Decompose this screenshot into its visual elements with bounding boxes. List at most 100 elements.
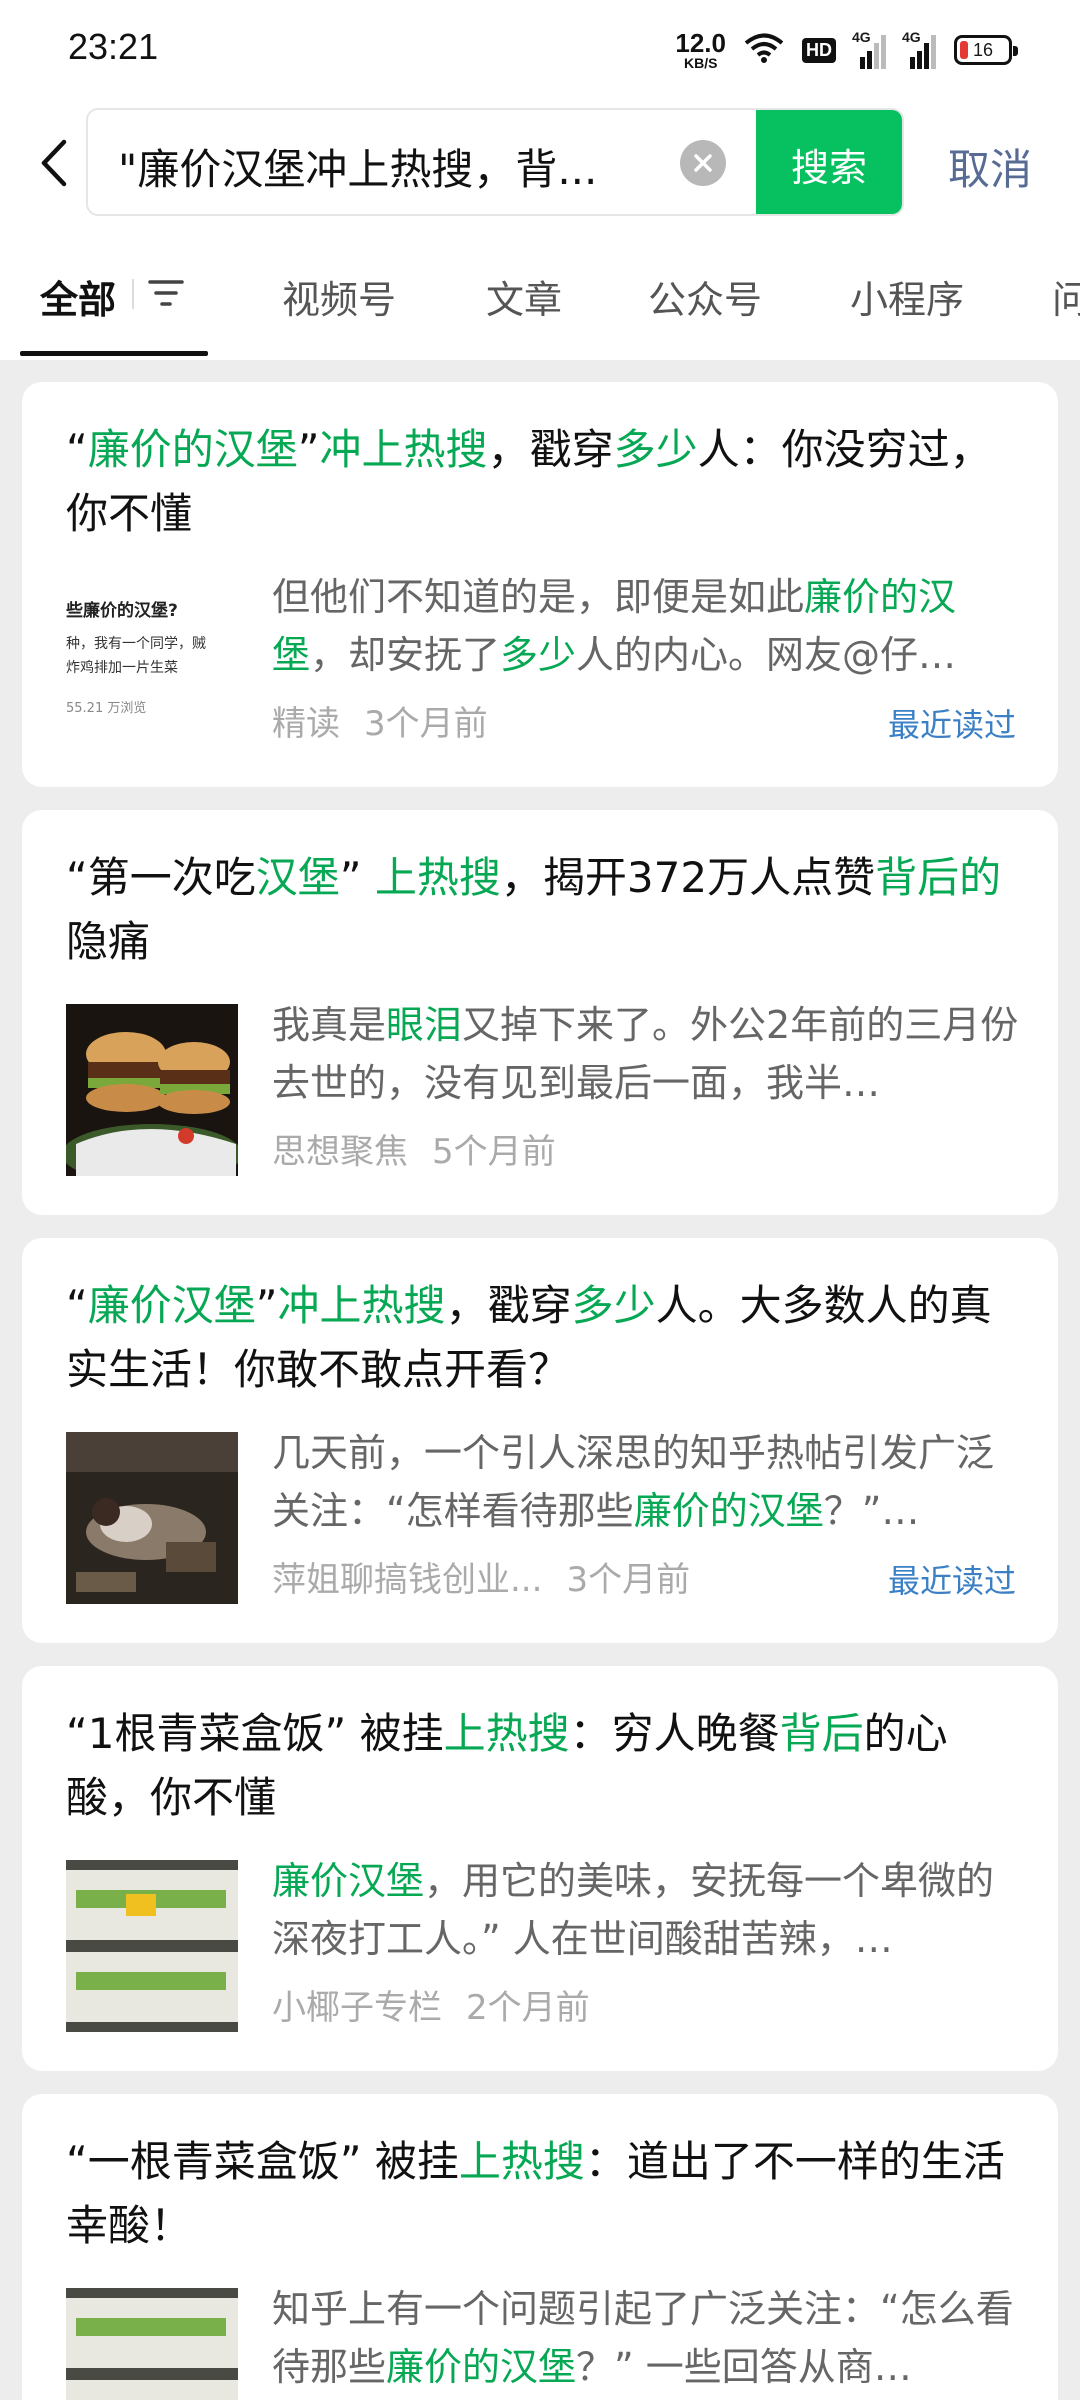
result-meta: 小椰子专栏 2个月前 xyxy=(272,1980,590,2029)
text-segment: ” xyxy=(255,1281,278,1330)
thumb-text-line: 种，我有一个同学，贼 xyxy=(66,636,206,652)
result-thumbnail xyxy=(66,1004,238,1176)
result-source[interactable]: 小椰子专栏 xyxy=(272,1988,442,2028)
tab-channels[interactable]: 视频号 xyxy=(282,269,396,324)
status-bar: 23:21 12.0 KB/S HD 4G 4G 16 xyxy=(0,0,1080,100)
clear-button[interactable] xyxy=(680,140,726,186)
recently-read-badge: 最近读过 xyxy=(887,706,1016,744)
result-title[interactable]: “第一次吃汉堡” 上热搜，揭开372万人点赞背后的隐痛 xyxy=(66,846,1026,974)
search-button[interactable]: 搜索 xyxy=(756,110,902,214)
result-title[interactable]: “一根青菜盒饭” 被挂上热搜：道出了不一样的生活幸酸！ xyxy=(66,2130,1026,2258)
result-card[interactable]: “1根青菜盒饭” 被挂上热搜：穷人晚餐背后的心酸，你不懂 廉价汉堡，用它的美味，… xyxy=(22,1666,1058,2071)
chevron-left-icon xyxy=(41,139,67,187)
keyword-highlight: 上热搜 xyxy=(458,2137,585,2186)
wifi-icon xyxy=(744,32,784,68)
text-segment: ，戳穿 xyxy=(445,1281,572,1330)
result-thumbnail xyxy=(66,1432,238,1604)
text-segment: “第一次吃 xyxy=(66,853,256,902)
signal-label-2: 4G xyxy=(902,29,921,45)
result-thumbnail xyxy=(66,1860,238,2032)
status-time: 23:21 xyxy=(68,26,159,67)
tab-separator xyxy=(132,279,134,309)
result-title[interactable]: “1根青菜盒饭” 被挂上热搜：穷人晚餐背后的心酸，你不懂 xyxy=(66,1702,1026,1830)
result-time: 3个月前 xyxy=(364,704,488,744)
result-snippet: 知乎上有一个问题引起了广泛关注：“怎么看待那些廉价的汉堡？” 一些回答从商… xyxy=(272,2280,1028,2396)
keyword-highlight: 多少 xyxy=(613,425,698,474)
hd-icon: HD xyxy=(802,37,836,63)
result-time: 2个月前 xyxy=(466,1988,590,2028)
result-snippet: 几天前，一个引人深思的知乎热帖引发广泛关注：“怎样看待那些廉价的汉堡？”… xyxy=(272,1424,1028,1540)
text-segment: ？” 一些回答从商… xyxy=(576,2345,912,2389)
result-card[interactable]: “第一次吃汉堡” 上热搜，揭开372万人点赞背后的隐痛 我真是眼泪又掉下来了。外… xyxy=(22,810,1058,1215)
result-source[interactable]: 精读 xyxy=(272,704,340,744)
status-icons: 12.0 KB/S HD 4G 4G 16 xyxy=(675,26,1018,74)
keyword-highlight: 背后 xyxy=(779,1709,864,1758)
result-time: 3个月前 xyxy=(566,1560,691,1600)
net-speed-value: 12.0 xyxy=(675,28,726,58)
result-title[interactable]: “廉价的汉堡”冲上热搜，戳穿多少人：你没穷过，你不懂 xyxy=(66,418,1026,546)
filter-icon[interactable] xyxy=(146,277,186,313)
result-title[interactable]: “廉价汉堡”冲上热搜，戳穿多少人。大多数人的真实生活！你敢不敢点开看？ xyxy=(66,1274,1026,1402)
back-button[interactable] xyxy=(28,128,78,198)
search-input[interactable]: "廉价汉堡冲上热搜，背... xyxy=(118,136,718,197)
text-segment: 我真是 xyxy=(272,1003,387,1047)
tab-mini-programs[interactable]: 小程序 xyxy=(850,269,964,324)
text-segment: ，却安抚了 xyxy=(310,633,501,677)
thumb-text-line: 炸鸡排加一片生菜 xyxy=(66,659,178,676)
result-source[interactable]: 思想聚焦 xyxy=(272,1132,408,1172)
keyword-highlight: 上热搜 xyxy=(443,1709,570,1758)
net-speed: 12.0 KB/S xyxy=(675,30,726,70)
keyword-highlight: 汉堡 xyxy=(255,853,340,902)
keyword-highlight: 廉价的汉堡 xyxy=(386,2345,577,2389)
keyword-highlight: 廉价汉堡 xyxy=(272,1859,425,1903)
text-segment: 隐痛 xyxy=(66,917,151,966)
text-segment: ：穷人晚餐 xyxy=(569,1709,780,1758)
result-meta: 萍姐聊搞钱创业... 3个月前 xyxy=(272,1552,690,1601)
search-box[interactable]: "廉价汉堡冲上热搜，背... 搜索 xyxy=(86,108,904,216)
result-thumbnail: 些廉价的汉堡? 种，我有一个同学，贼 炸鸡排加一片生菜 55.21 万浏览 xyxy=(66,576,238,748)
tab-all[interactable]: 全部 xyxy=(40,269,116,324)
text-segment: “1根青菜盒饭” 被挂 xyxy=(66,1709,444,1758)
tab-official-accounts[interactable]: 公众号 xyxy=(648,269,762,324)
signal-label: 4G xyxy=(852,29,871,45)
keyword-highlight: 廉价的汉堡 xyxy=(633,1489,824,1533)
signal-icon: 4G xyxy=(852,29,886,69)
battery-icon: 16 xyxy=(954,35,1018,65)
thumb-text-line: 些廉价的汉堡? xyxy=(66,600,178,621)
text-segment: ，戳穿 xyxy=(487,425,614,474)
result-meta: 精读 3个月前 xyxy=(272,696,488,745)
text-segment: ” xyxy=(339,853,375,902)
keyword-highlight: 背后的 xyxy=(875,853,1002,902)
close-icon xyxy=(694,154,712,172)
result-snippet: 我真是眼泪又掉下来了。外公2年前的三月份去世的，没有见到最后一面，我半… xyxy=(272,996,1028,1112)
tab-articles[interactable]: 文章 xyxy=(486,269,562,324)
keyword-highlight: 廉价汉堡 xyxy=(87,1281,256,1330)
search-header: "廉价汉堡冲上热搜，背... 搜索 取消 xyxy=(0,100,1080,225)
result-meta: 思想聚焦 5个月前 xyxy=(272,1124,556,1173)
text-segment: 但他们不知道的是，即便是如此 xyxy=(272,575,805,619)
tab-questions[interactable]: 问 xyxy=(1052,269,1080,324)
result-card[interactable]: “廉价的汉堡”冲上热搜，戳穿多少人：你没穷过，你不懂 些廉价的汉堡? 种，我有一… xyxy=(22,382,1058,787)
result-source[interactable]: 萍姐聊搞钱创业... xyxy=(272,1560,542,1600)
active-tab-underline xyxy=(20,351,208,356)
battery-level: 16 xyxy=(972,39,994,60)
keyword-highlight: 眼泪 xyxy=(386,1003,463,1047)
keyword-highlight: 冲上热搜 xyxy=(319,425,488,474)
recently-read-badge: 最近读过 xyxy=(887,1562,1016,1600)
text-segment: “ xyxy=(66,425,88,474)
signal-icon-2: 4G xyxy=(902,29,936,69)
keyword-highlight: 廉价的汉堡 xyxy=(87,425,298,474)
net-speed-unit: KB/S xyxy=(683,55,718,71)
category-tabs: 全部 视频号 文章 公众号 小程序 问 xyxy=(0,225,1080,360)
text-segment: 人的内心。网友@仔… xyxy=(576,633,957,677)
result-time: 5个月前 xyxy=(432,1132,556,1172)
text-segment: ，揭开372万人点赞 xyxy=(500,853,876,902)
result-thumbnail xyxy=(66,2288,238,2400)
cancel-button[interactable]: 取消 xyxy=(948,136,1032,197)
text-segment: “一根青菜盒饭” 被挂 xyxy=(66,2137,459,2186)
result-card[interactable]: “一根青菜盒饭” 被挂上热搜：道出了不一样的生活幸酸！ 知乎上有一个问题引起了广… xyxy=(22,2094,1058,2400)
thumb-text-line: 55.21 万浏览 xyxy=(66,700,146,716)
result-card[interactable]: “廉价汉堡”冲上热搜，戳穿多少人。大多数人的真实生活！你敢不敢点开看？ 几天前，… xyxy=(22,1238,1058,1643)
result-snippet: 廉价汉堡，用它的美味，安抚每一个卑微的深夜打工人。” 人在世间酸甜苦辣，… xyxy=(272,1852,1028,1968)
keyword-highlight: 上热搜 xyxy=(374,853,501,902)
